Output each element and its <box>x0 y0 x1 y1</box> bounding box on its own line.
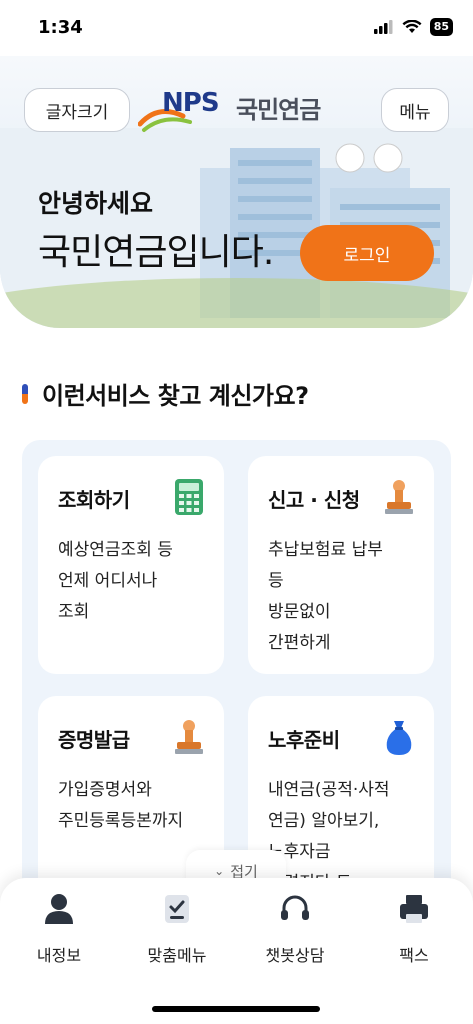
headline-text: 국민연금입니다. <box>38 232 274 273</box>
status-time: 1:34 <box>38 17 83 38</box>
logo-text: NPS <box>162 88 220 118</box>
home-indicator[interactable] <box>152 1006 320 1012</box>
card-description: 가입증명서와 주민등록등본까지 <box>58 780 184 831</box>
nav-item-chatbot[interactable]: 챗봇상담 <box>236 892 354 966</box>
wifi-icon <box>402 20 422 33</box>
card-description: 예상연금조회 등 언제 어디서나 조회 <box>58 540 173 622</box>
chevron-down-icon: ⌄ <box>214 864 225 878</box>
nav-item-custom-menu[interactable]: 맞춤메뉴 <box>118 892 236 966</box>
menu-button[interactable]: 메뉴 <box>381 88 449 132</box>
battery-indicator: 85 <box>429 18 453 36</box>
nps-logo[interactable]: NPS 국민연금 <box>138 82 348 136</box>
calculator-icon <box>175 479 203 515</box>
section-heading: 이런서비스 찾고 계신가요? <box>22 376 309 411</box>
greeting-text: 안녕하세요 <box>38 189 154 218</box>
person-icon <box>45 894 73 924</box>
nav-item-fax[interactable]: 팩스 <box>355 892 473 966</box>
headset-icon <box>281 895 309 920</box>
bottom-navigation: 내정보 맞춤메뉴 챗봇상담 팩스 <box>0 878 473 1024</box>
card-report-apply[interactable]: 신고 · 신청 추납보험료 납부 등 방문없이 간편하게 <box>248 456 434 674</box>
card-inquiry[interactable]: 조회하기 예상연금조회 등 언제 어디서나 조회 <box>38 456 224 674</box>
fax-icon <box>400 895 428 923</box>
signal-icon <box>373 20 393 34</box>
logo-korean-text: 국민연금 <box>236 96 321 124</box>
font-size-button[interactable]: 글자크기 <box>24 88 130 132</box>
stamp-icon <box>175 720 203 754</box>
money-bag-icon <box>386 721 412 755</box>
hero-banner: 글자크기 NPS 국민연금 메뉴 안녕하세요 국민연금입니다. 로그인 <box>0 56 473 328</box>
nav-label: 맞춤메뉴 <box>147 946 207 965</box>
section-title: 이런서비스 찾고 계신가요? <box>42 382 309 410</box>
checklist-icon <box>165 895 189 923</box>
status-icons: 85 <box>373 18 453 36</box>
login-button[interactable]: 로그인 <box>300 225 434 281</box>
nav-label: 챗봇상담 <box>265 946 325 965</box>
stamp-icon <box>385 480 413 514</box>
nav-label: 내정보 <box>36 946 82 965</box>
nav-item-my-info[interactable]: 내정보 <box>0 892 118 966</box>
nav-label: 팩스 <box>399 946 429 965</box>
card-description: 추납보험료 납부 등 방문없이 간편하게 <box>268 540 383 653</box>
title-marker-icon <box>22 383 28 404</box>
status-bar: 1:34 85 <box>0 0 473 56</box>
